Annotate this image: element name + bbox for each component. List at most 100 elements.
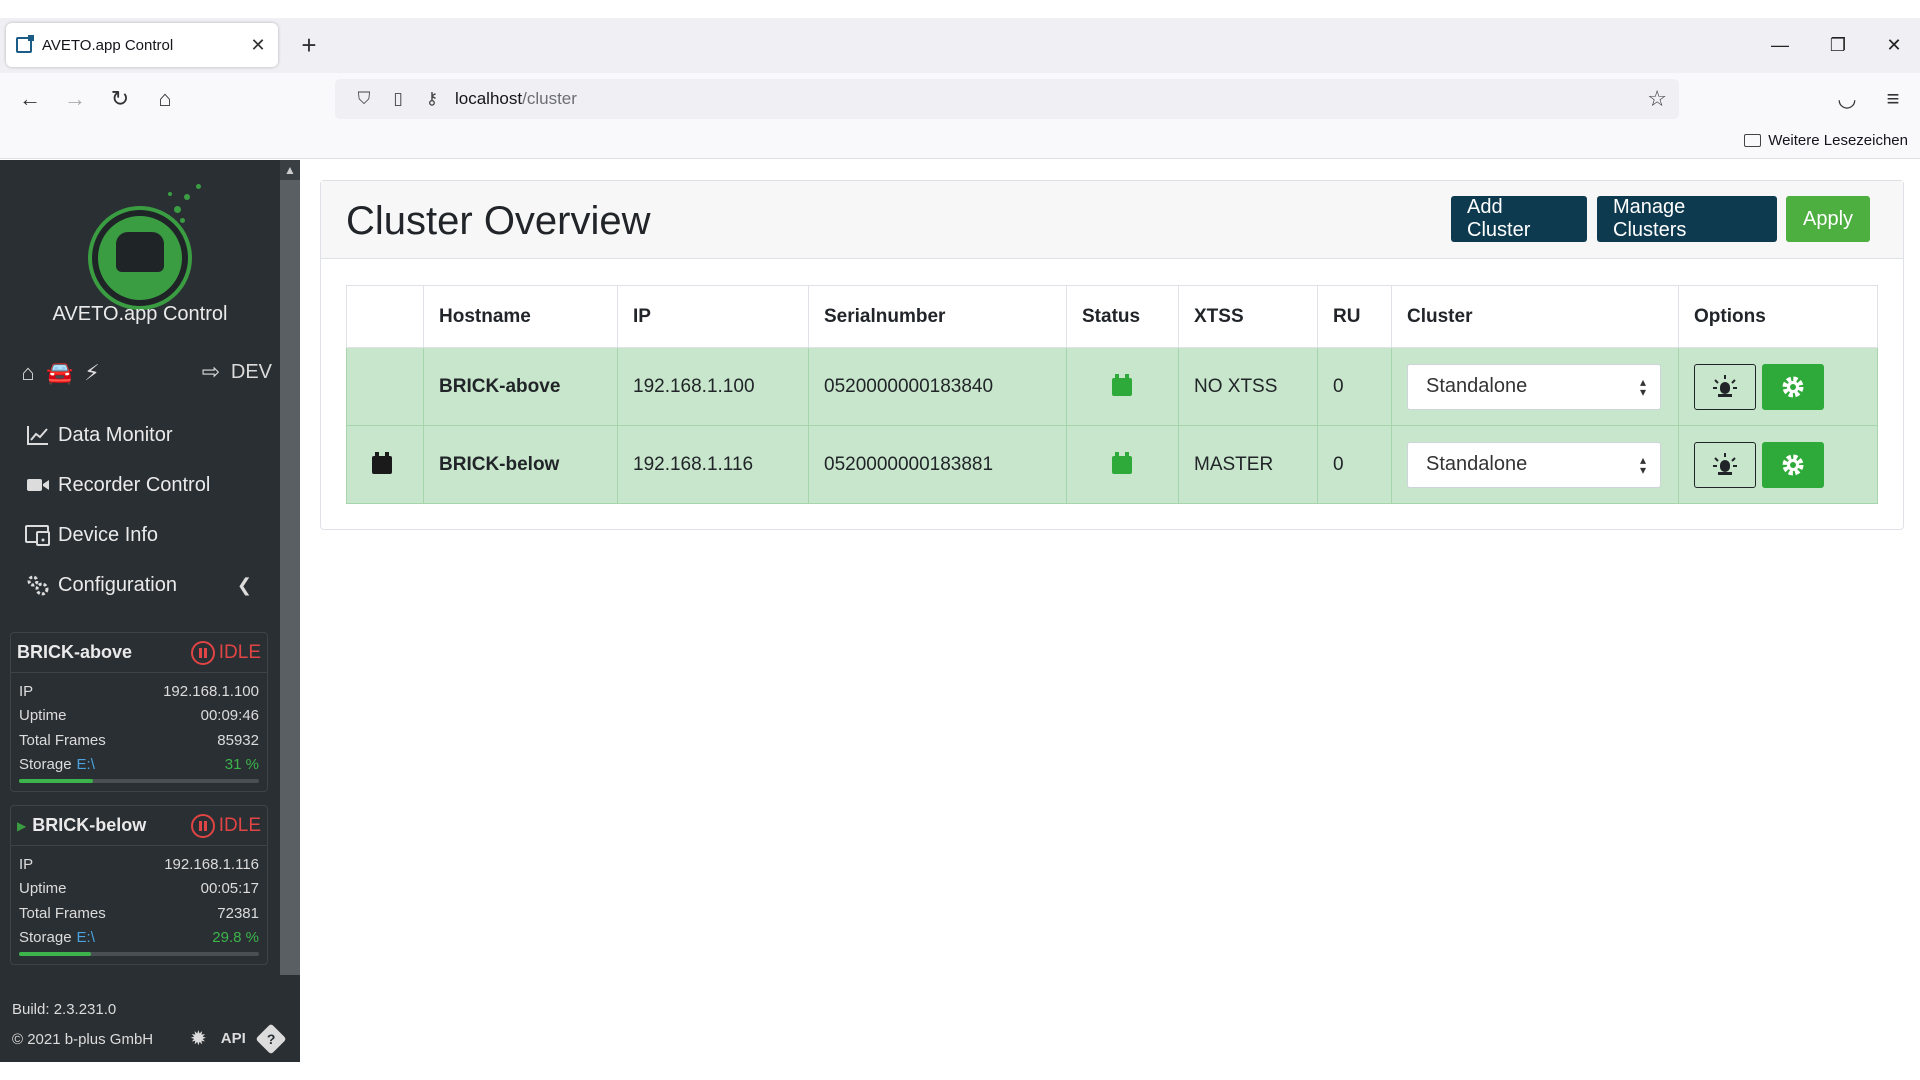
storage-label: Storage [19, 756, 72, 774]
page-title: Cluster Overview [346, 199, 651, 243]
identify-light-button[interactable] [1694, 441, 1756, 488]
storage-drive-link[interactable]: E:\ [77, 756, 95, 773]
column-header: Hostname [423, 285, 618, 348]
storage-percent: 31 % [224, 756, 259, 774]
sidebar-scrollbar[interactable]: ▲ [280, 160, 300, 975]
device-card-header[interactable]: BRICK-above IDLE [11, 633, 267, 673]
device-ip-row: IP 192.168.1.100 [19, 679, 259, 704]
home-button[interactable]: ⌂ [148, 83, 182, 115]
pocket-icon[interactable]: ◡ [1830, 83, 1864, 115]
ip-label: IP [19, 682, 34, 700]
ip-cell: 192.168.1.100 [617, 347, 809, 426]
logout-icon: ⇨ [201, 359, 221, 384]
row-marker-cell [346, 347, 424, 426]
device-ip-row: IP 192.168.1.116 [19, 852, 259, 877]
device-online-icon [1112, 451, 1132, 474]
uptime-label: Uptime [19, 880, 67, 898]
column-header: Status [1066, 285, 1179, 348]
device-info-icon [24, 523, 52, 547]
calibration-icon[interactable]: ⚡ [76, 359, 108, 387]
api-link[interactable]: API [221, 1030, 246, 1047]
sidebar-footer: Build: 2.3.231.0 © 2021 b-plus GmbH ✹ AP… [12, 994, 292, 1055]
manage-clusters-button[interactable]: Manage Clusters [1597, 196, 1777, 242]
ip-value: 192.168.1.100 [163, 682, 259, 700]
device-state: IDLE [218, 814, 261, 836]
options-cell [1678, 347, 1878, 426]
table-row: BRICK-below 192.168.1.116 05200000001838… [346, 425, 1878, 504]
device-frames-row: Total Frames 72381 [19, 901, 259, 926]
forward-button[interactable]: → [58, 83, 92, 115]
apply-button[interactable]: Apply [1786, 196, 1870, 242]
status-cell [1066, 425, 1179, 504]
add-cluster-button[interactable]: Add Cluster [1451, 196, 1587, 242]
column-header: XTSS [1178, 285, 1318, 348]
select-caret-icon: ▴ ▾ [1639, 374, 1646, 399]
scroll-up-arrow-icon[interactable]: ▲ [280, 160, 300, 180]
menu-icon[interactable]: ≡ [1876, 83, 1910, 115]
sidebar-item-device-info[interactable]: Device Info [0, 510, 280, 560]
device-name: BRICK-above [17, 642, 133, 662]
bookmarks-bar: Weitere Lesezeichen [0, 125, 1920, 159]
sidebar-item-configuration[interactable]: Configuration ❮ [0, 560, 280, 610]
sidebar-item-recorder-control[interactable]: Recorder Control [0, 460, 280, 510]
frames-value: 72381 [217, 904, 259, 922]
ru-cell: 0 [1317, 425, 1392, 504]
folder-icon [1744, 134, 1762, 147]
uptime-label: Uptime [19, 707, 67, 725]
hostname-cell: BRICK-above [423, 347, 618, 426]
gears-icon [24, 573, 52, 597]
serial-cell: 0520000000183881 [808, 425, 1067, 504]
page-icon[interactable]: ▯ [387, 89, 409, 109]
identify-light-button[interactable] [1694, 363, 1756, 410]
storage-percent: 29.8 % [212, 929, 259, 947]
cluster-select[interactable]: Standalone ▴ ▾ [1407, 441, 1661, 488]
help-icon[interactable]: ? [255, 1022, 287, 1055]
column-header: Serialnumber [808, 285, 1067, 348]
home-icon[interactable]: ⌂ [12, 359, 44, 387]
sidebar-item-label: Device Info [58, 523, 159, 546]
close-window-button[interactable]: ✕ [1874, 30, 1914, 60]
url-host: localhost [455, 89, 523, 108]
settings-button[interactable] [1762, 441, 1824, 488]
restore-button[interactable]: ❐ [1818, 30, 1858, 60]
table-row: BRICK-above 192.168.1.100 05200000001838… [346, 347, 1878, 426]
pause-circle-icon [190, 813, 215, 838]
cluster-select-value: Standalone [1426, 375, 1528, 397]
car-icon[interactable]: 🚘 [44, 359, 76, 387]
new-tab-button[interactable]: + [294, 30, 324, 60]
close-tab-icon[interactable]: ✕ [248, 35, 268, 56]
storage-drive-link[interactable]: E:\ [77, 929, 95, 946]
reload-button[interactable]: ↻ [103, 83, 137, 115]
settings-button[interactable] [1762, 363, 1824, 410]
bookmark-star-icon[interactable]: ☆ [1647, 86, 1667, 112]
chevron-left-icon[interactable]: ❮ [237, 575, 252, 596]
column-header: Options [1678, 285, 1878, 348]
other-bookmarks-folder[interactable]: Weitere Lesezeichen [1744, 132, 1908, 149]
column-header: RU [1317, 285, 1392, 348]
device-storage-row: Storage E:\ 29.8 % [19, 926, 259, 951]
device-storage-row: Storage E:\ 31 % [19, 753, 259, 778]
storage-progress-bar [19, 779, 259, 783]
bug-icon[interactable]: ✹ [190, 1026, 207, 1051]
shield-icon[interactable]: ⛉ [353, 89, 375, 109]
url-bar[interactable]: ⛉ ▯ ⚷ localhost/cluster ☆ [335, 79, 1679, 119]
sidebar-item-data-monitor[interactable]: Data Monitor [0, 410, 280, 460]
ru-cell: 0 [1317, 347, 1392, 426]
sidebar: ▲ AVETO.app Control ⌂ 🚘 ⚡ ⇨ DEV Data Mon… [0, 160, 300, 1062]
favicon-icon [16, 35, 34, 53]
dev-mode-switch[interactable]: ⇨ DEV [195, 358, 272, 386]
back-button[interactable]: ← [13, 83, 47, 115]
browser-tab[interactable]: AVETO.app Control ✕ [6, 23, 278, 67]
device-uptime-row: Uptime 00:09:46 [19, 704, 259, 729]
gear-icon [1782, 454, 1804, 475]
device-card-header[interactable]: ▶ BRICK-below IDLE [11, 806, 267, 846]
column-header: IP [617, 285, 809, 348]
hostname-cell: BRICK-below [423, 425, 618, 504]
device-frames-row: Total Frames 85932 [19, 728, 259, 753]
minimize-button[interactable]: — [1760, 30, 1800, 60]
key-icon[interactable]: ⚷ [421, 89, 443, 109]
dev-label: DEV [230, 360, 272, 383]
cluster-select[interactable]: Standalone ▴ ▾ [1407, 363, 1661, 410]
gear-icon [1782, 376, 1804, 397]
xtss-cell: MASTER [1178, 425, 1318, 504]
